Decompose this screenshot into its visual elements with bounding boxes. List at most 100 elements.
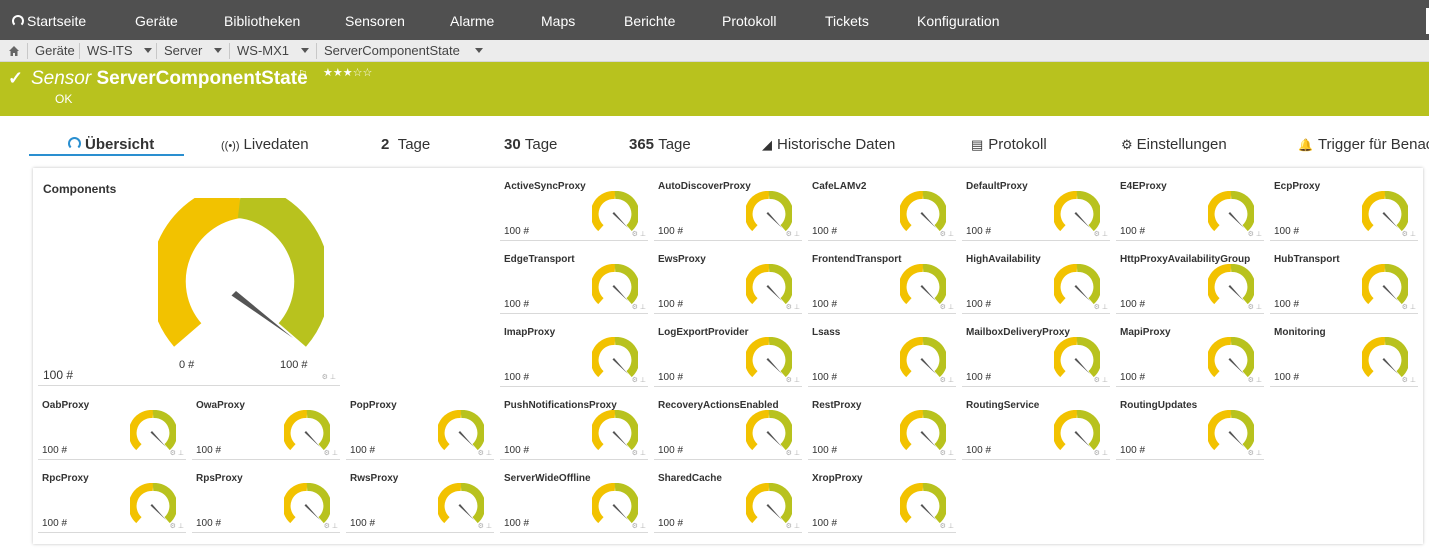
gear-pin-icon[interactable]: ⚙ ⊥ <box>170 522 184 530</box>
channel-tile[interactable]: AutoDiscoverProxy 100 # ⚙ ⊥ <box>654 178 802 241</box>
gear-pin-icon[interactable]: ⚙ ⊥ <box>1402 376 1416 384</box>
breadcrumb-item-ws-mx1[interactable]: WS-MX1 <box>229 40 309 62</box>
channel-tile[interactable]: HighAvailability 100 # ⚙ ⊥ <box>962 251 1110 314</box>
channel-tile[interactable]: EdgeTransport 100 # ⚙ ⊥ <box>500 251 648 314</box>
gear-pin-icon[interactable]: ⚙ ⊥ <box>632 230 646 238</box>
gear-pin-icon[interactable]: ⚙ ⊥ <box>786 230 800 238</box>
channel-tile[interactable]: HubTransport 100 # ⚙ ⊥ <box>1270 251 1418 314</box>
channel-tile[interactable]: RoutingService 100 # ⚙ ⊥ <box>962 397 1110 460</box>
tab-protokoll[interactable]: ▤ Protokoll <box>971 136 1047 156</box>
channel-tile[interactable]: HttpProxyAvailabilityGroup 100 # ⚙ ⊥ <box>1116 251 1264 314</box>
nav-item-tickets[interactable]: Tickets <box>825 0 869 40</box>
channel-tile[interactable]: Monitoring 100 # ⚙ ⊥ <box>1270 324 1418 387</box>
channel-tile[interactable]: MapiProxy 100 # ⚙ ⊥ <box>1116 324 1264 387</box>
nav-item-protokoll[interactable]: Protokoll <box>722 0 776 40</box>
tab-30-tage[interactable]: 30 Tage <box>504 136 557 156</box>
channel-tile[interactable]: Lsass 100 # ⚙ ⊥ <box>808 324 956 387</box>
nav-item-berichte[interactable]: Berichte <box>624 0 675 40</box>
gear-pin-icon[interactable]: ⚙ ⊥ <box>940 376 954 384</box>
nav-item-konfiguration[interactable]: Konfiguration <box>917 0 1000 40</box>
channel-tile[interactable]: ImapProxy 100 # ⚙ ⊥ <box>500 324 648 387</box>
gear-pin-icon[interactable]: ⚙ ⊥ <box>170 449 184 457</box>
channel-tile[interactable]: MailboxDeliveryProxy 100 # ⚙ ⊥ <box>962 324 1110 387</box>
gear-pin-icon[interactable]: ⚙ ⊥ <box>1094 376 1108 384</box>
gear-pin-icon[interactable]: ⚙ ⊥ <box>632 376 646 384</box>
gear-pin-icon[interactable]: ⚙ ⊥ <box>324 522 338 530</box>
channel-tile[interactable]: EcpProxy 100 # ⚙ ⊥ <box>1270 178 1418 241</box>
sensor-status-banner: ✓ Sensor ServerComponentState ⚐ ★★★☆☆ OK <box>0 62 1429 116</box>
breadcrumb-label: WS-ITS <box>87 43 133 58</box>
channel-tile[interactable]: DefaultProxy 100 # ⚙ ⊥ <box>962 178 1110 241</box>
channel-tile[interactable]: PopProxy 100 # ⚙ ⊥ <box>346 397 494 460</box>
gear-pin-icon[interactable]: ⚙ ⊥ <box>1094 449 1108 457</box>
home-icon[interactable] <box>9 46 19 56</box>
gear-pin-icon[interactable]: ⚙ ⊥ <box>940 449 954 457</box>
nav-item-geraete[interactable]: Geräte <box>135 0 178 40</box>
gear-pin-icon[interactable]: ⚙ ⊥ <box>1094 303 1108 311</box>
channel-tile[interactable]: ActiveSyncProxy 100 # ⚙ ⊥ <box>500 178 648 241</box>
gear-pin-icon[interactable]: ⚙ ⊥ <box>478 449 492 457</box>
tab-365-tage[interactable]: 365 Tage <box>629 136 691 156</box>
flag-icon[interactable]: ⚐ <box>298 68 308 81</box>
breadcrumb-item-geraete[interactable]: Geräte <box>27 40 75 62</box>
gear-pin-icon[interactable]: ⚙ ⊥ <box>1248 376 1262 384</box>
gear-pin-icon[interactable]: ⚙ ⊥ <box>786 303 800 311</box>
nav-item-sensoren[interactable]: Sensoren <box>345 0 405 40</box>
channel-tile[interactable]: SharedCache 100 # ⚙ ⊥ <box>654 470 802 533</box>
tab-historische-daten[interactable]: ◢ Historische Daten <box>762 136 895 156</box>
gear-pin-icon[interactable]: ⚙ ⊥ <box>1248 230 1262 238</box>
channel-tile[interactable]: FrontendTransport 100 # ⚙ ⊥ <box>808 251 956 314</box>
channel-tile[interactable]: OwaProxy 100 # ⚙ ⊥ <box>192 397 340 460</box>
channel-tile[interactable]: EwsProxy 100 # ⚙ ⊥ <box>654 251 802 314</box>
chevron-down-icon[interactable] <box>144 48 153 53</box>
gear-pin-icon[interactable]: ⚙ ⊥ <box>940 230 954 238</box>
tab-livedaten[interactable]: ((•)) Livedaten <box>221 136 309 156</box>
channel-tile[interactable]: RoutingUpdates 100 # ⚙ ⊥ <box>1116 397 1264 460</box>
channel-tile[interactable]: RpsProxy 100 # ⚙ ⊥ <box>192 470 340 533</box>
tab-trigger[interactable]: 🔔 Trigger für Benac <box>1298 136 1429 156</box>
priority-stars[interactable]: ★★★☆☆ <box>323 66 372 79</box>
channel-tile[interactable]: RestProxy 100 # ⚙ ⊥ <box>808 397 956 460</box>
gear-pin-icon[interactable]: ⚙ ⊥ <box>478 522 492 530</box>
gear-pin-icon[interactable]: ⚙ ⊥ <box>1094 230 1108 238</box>
gear-pin-icon[interactable]: ⚙ ⊥ <box>786 522 800 530</box>
breadcrumb-item-server[interactable]: Server <box>156 40 222 62</box>
channel-tile[interactable]: RwsProxy 100 # ⚙ ⊥ <box>346 470 494 533</box>
primary-channel-gauge[interactable]: Components 0 # 100 # 100 # ⚙ ⊥ <box>38 178 340 386</box>
gear-pin-icon[interactable]: ⚙ ⊥ <box>632 522 646 530</box>
channel-tile[interactable]: CafeLAMv2 100 # ⚙ ⊥ <box>808 178 956 241</box>
gear-pin-icon[interactable]: ⚙ ⊥ <box>786 376 800 384</box>
channel-tile[interactable]: LogExportProvider 100 # ⚙ ⊥ <box>654 324 802 387</box>
tab-einstellungen[interactable]: ⚙ Einstellungen <box>1121 136 1227 156</box>
gear-pin-icon[interactable]: ⚙ ⊥ <box>786 449 800 457</box>
gear-pin-icon[interactable]: ⚙ ⊥ <box>1402 303 1416 311</box>
gear-pin-icon[interactable]: ⚙ ⊥ <box>1248 303 1262 311</box>
channel-tile[interactable]: E4EProxy 100 # ⚙ ⊥ <box>1116 178 1264 241</box>
nav-item-alarme[interactable]: Alarme <box>450 0 494 40</box>
gear-pin-icon[interactable]: ⚙ ⊥ <box>632 449 646 457</box>
channel-tile[interactable]: PushNotificationsProxy 100 # ⚙ ⊥ <box>500 397 648 460</box>
chevron-down-icon[interactable] <box>300 48 309 53</box>
nav-item-maps[interactable]: Maps <box>541 0 575 40</box>
channel-tile[interactable]: XropProxy 100 # ⚙ ⊥ <box>808 470 956 533</box>
tab-2-tage[interactable]: 2 Tage <box>381 136 430 156</box>
gear-pin-icon[interactable]: ⚙ ⊥ <box>1248 449 1262 457</box>
gear-pin-icon[interactable]: ⚙ ⊥ <box>324 449 338 457</box>
channel-tile[interactable]: RecoveryActionsEnabled 100 # ⚙ ⊥ <box>654 397 802 460</box>
nav-item-startseite[interactable]: Startseite <box>12 0 86 40</box>
gear-pin-icon[interactable]: ⚙ ⊥ <box>322 373 336 381</box>
tab-uebersicht[interactable]: Übersicht <box>68 136 154 156</box>
gear-pin-icon[interactable]: ⚙ ⊥ <box>1402 230 1416 238</box>
channel-tile[interactable]: RpcProxy 100 # ⚙ ⊥ <box>38 470 186 533</box>
gear-pin-icon[interactable]: ⚙ ⊥ <box>940 522 954 530</box>
gear-pin-icon[interactable]: ⚙ ⊥ <box>632 303 646 311</box>
channel-tile[interactable]: OabProxy 100 # ⚙ ⊥ <box>38 397 186 460</box>
chevron-down-icon[interactable] <box>475 48 484 53</box>
nav-item-bibliotheken[interactable]: Bibliotheken <box>224 0 300 40</box>
breadcrumb-item-sensor[interactable]: ServerComponentState <box>316 40 484 62</box>
breadcrumb-item-ws-its[interactable]: WS-ITS <box>79 40 153 62</box>
check-icon: ✓ <box>8 68 24 88</box>
chevron-down-icon[interactable] <box>213 48 222 53</box>
channel-tile[interactable]: ServerWideOffline 100 # ⚙ ⊥ <box>500 470 648 533</box>
gear-pin-icon[interactable]: ⚙ ⊥ <box>940 303 954 311</box>
